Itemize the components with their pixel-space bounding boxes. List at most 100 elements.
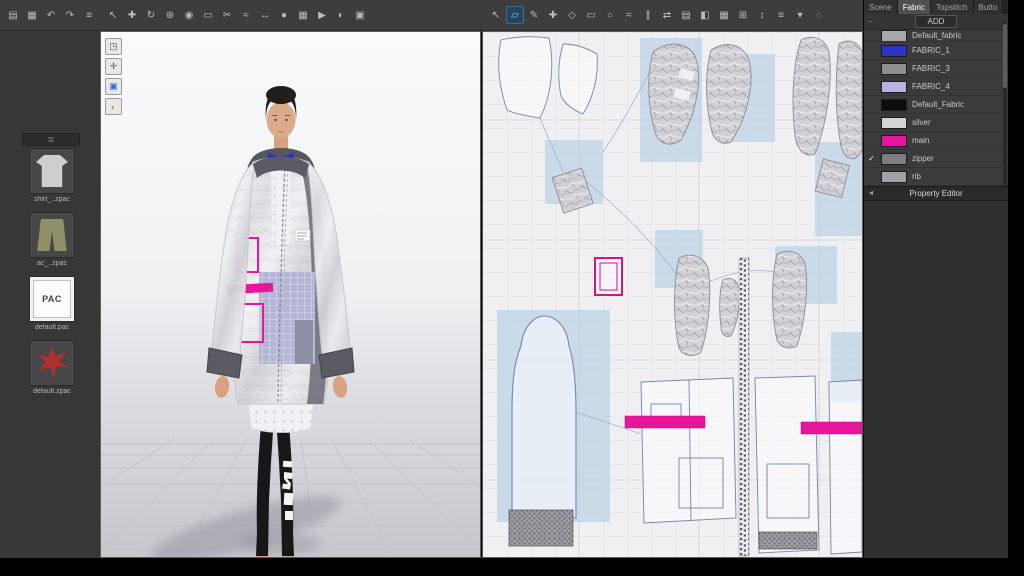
panel-tab[interactable]: Scene <box>864 0 898 14</box>
panel-tab[interactable]: Fabric <box>898 0 931 14</box>
file-name-label: ac_..zpac <box>37 260 67 267</box>
avatar-hair-top <box>266 86 296 104</box>
fabric-list-item[interactable]: FABRIC_3 <box>864 60 1008 78</box>
free-sewing-icon[interactable]: ≈ <box>620 6 638 24</box>
fabric-toolbar-row: − ADD <box>864 14 1008 30</box>
fabric-name-label: FABRIC_3 <box>912 64 950 73</box>
trace-tool-icon[interactable]: ◌ <box>810 6 828 24</box>
simulate-icon[interactable]: ▶ <box>313 6 331 24</box>
light-toggle-icon[interactable]: ◐ <box>105 98 122 115</box>
fabric-swatch[interactable] <box>881 117 907 129</box>
move-tool-icon[interactable]: ✚ <box>123 6 141 24</box>
texture-editor-icon[interactable]: ▦ <box>715 6 733 24</box>
file-type-badge: PAC <box>42 294 62 304</box>
garment-design-app-window: ▤ ▦ ↶ ↷ ≡ ↖ ✚ ↻ ⊕ ◉ ▭ <box>0 0 1024 576</box>
avatar-model[interactable] <box>207 86 354 557</box>
dart-tool-icon[interactable]: ◧ <box>696 6 714 24</box>
render-mode-icon[interactable]: ▣ <box>105 78 122 95</box>
fabric-list-item[interactable]: FABRIC_4 <box>864 78 1008 96</box>
rotate-view-icon[interactable]: ↻ <box>142 6 160 24</box>
property-editor-header[interactable]: ◄ Property Editor <box>864 186 1008 201</box>
library-file-item[interactable]: ac_..zpac <box>22 212 82 267</box>
fabric-swatch[interactable] <box>881 99 907 111</box>
pattern-transform-icon[interactable]: ▱ <box>506 6 524 24</box>
coat[interactable] <box>207 157 354 405</box>
curve-edit-icon[interactable]: ◇ <box>563 6 581 24</box>
scissors-tool-icon[interactable]: ✂ <box>218 6 236 24</box>
redo-icon[interactable]: ↷ <box>61 6 79 24</box>
sewing-tool-icon[interactable]: ≈ <box>237 6 255 24</box>
add-fabric-button[interactable]: ADD <box>915 15 958 28</box>
library-file-item[interactable]: shirt_..zpac <box>22 148 82 203</box>
notch-tool-icon[interactable]: ↕ <box>753 6 771 24</box>
collapse-icon[interactable]: − <box>868 18 873 26</box>
library-file-item[interactable]: default.zpac <box>22 340 82 395</box>
add-point-icon[interactable]: ✚ <box>544 6 562 24</box>
pin-tool-icon[interactable]: ◉ <box>180 6 198 24</box>
fabric-name-label: FABRIC_1 <box>912 46 950 55</box>
file-thumbnail[interactable] <box>29 148 75 194</box>
segment-sewing-icon[interactable]: ∥ <box>639 6 657 24</box>
scrollbar-thumb[interactable] <box>1003 24 1007 88</box>
property-editor-arrow-icon[interactable]: ◄ <box>864 190 878 197</box>
internal-polygon-icon[interactable]: ▤ <box>677 6 695 24</box>
fabric-swatch[interactable] <box>881 30 907 42</box>
file-thumbnail[interactable] <box>29 340 75 386</box>
fabric-list-item[interactable]: Default_Fabric <box>864 96 1008 114</box>
rectangle-tool-icon[interactable]: ▭ <box>582 6 600 24</box>
fabric-list-item[interactable]: silver <box>864 114 1008 132</box>
zipper-strip[interactable] <box>739 258 749 556</box>
2d-pattern-canvas[interactable] <box>483 32 862 557</box>
more-tools-icon[interactable]: ▾ <box>791 6 809 24</box>
file-thumbnail[interactable]: PAC <box>29 276 75 322</box>
arrange-points-icon[interactable]: ▦ <box>294 6 312 24</box>
menu-icon[interactable]: ≡ <box>80 6 98 24</box>
fabric-list-item[interactable]: FABRIC_1 <box>864 42 1008 60</box>
fabric-list-item[interactable]: main <box>864 132 1008 150</box>
fabric-swatch[interactable] <box>881 153 907 165</box>
window-layout-icon[interactable]: ▤ <box>4 6 22 24</box>
select-tool-icon[interactable]: ↖ <box>104 6 122 24</box>
fabric-swatch[interactable] <box>881 171 907 183</box>
avatar-display-icon[interactable]: ● <box>275 6 293 24</box>
library-panel-handle[interactable]: ≣ <box>22 133 80 146</box>
fabric-swatch[interactable] <box>881 63 907 75</box>
gizmo-cube-icon[interactable]: ◳ <box>105 38 122 55</box>
panel-tab[interactable]: Topstitch <box>931 0 974 14</box>
edit-pattern-icon[interactable]: ✎ <box>525 6 543 24</box>
toolbar-group-general: ▤ ▦ ↶ ↷ ≡ <box>4 0 98 30</box>
2d-pattern-viewport[interactable] <box>482 31 863 558</box>
circle-tool-icon[interactable]: ○ <box>601 6 619 24</box>
avatar-hand-left <box>214 375 231 399</box>
fabric-swatch[interactable] <box>881 45 907 57</box>
fabric-swatch[interactable] <box>881 135 907 147</box>
pan-view-icon[interactable]: ✛ <box>105 58 122 75</box>
fabric-swatch[interactable] <box>881 81 907 93</box>
measure-tool-icon[interactable]: ↔ <box>256 6 274 24</box>
fabric-list-item[interactable]: rib <box>864 168 1008 186</box>
panel-tab[interactable]: Butto <box>974 0 1004 14</box>
library-file-list: shirt_..zpac ac_..zpac PAC default.pac <box>22 148 82 395</box>
snapshot-icon[interactable]: ▣ <box>351 6 369 24</box>
layer-tool-icon[interactable]: ≡ <box>772 6 790 24</box>
symmetric-tool-icon[interactable]: ⇄ <box>658 6 676 24</box>
toolbar-group-3d: ↖ ✚ ↻ ⊕ ◉ ▭ ✂ ≈ ↔ ● ▦ ▶ <box>104 0 369 30</box>
file-thumbnail[interactable] <box>29 212 75 258</box>
3d-viewport[interactable]: ◳ ✛ ▣ ◐ <box>100 31 481 558</box>
3d-scene[interactable] <box>101 32 480 557</box>
fabric-list-item[interactable]: ✓ zipper <box>864 150 1008 168</box>
library-panel-icon[interactable]: ▦ <box>23 6 41 24</box>
zoom-tool-icon[interactable]: ⊕ <box>161 6 179 24</box>
undo-icon[interactable]: ↶ <box>42 6 60 24</box>
show-grid-icon[interactable]: ⊞ <box>734 6 752 24</box>
pattern-select-icon[interactable]: ↖ <box>487 6 505 24</box>
fabric-list-item[interactable]: Default_fabric <box>864 30 1008 42</box>
render-style-icon[interactable]: ◐ <box>332 6 350 24</box>
fabric-list-scrollbar[interactable] <box>1003 22 1007 186</box>
tape-tool-icon[interactable]: ▭ <box>199 6 217 24</box>
file-name-label: default.pac <box>35 324 69 331</box>
fabric-check-icon[interactable]: ✓ <box>867 154 876 163</box>
library-file-item[interactable]: PAC default.pac <box>22 276 82 331</box>
main-toolbar: ▤ ▦ ↶ ↷ ≡ ↖ ✚ ↻ ⊕ ◉ ▭ <box>0 0 863 31</box>
avatar-shadow <box>147 484 346 557</box>
